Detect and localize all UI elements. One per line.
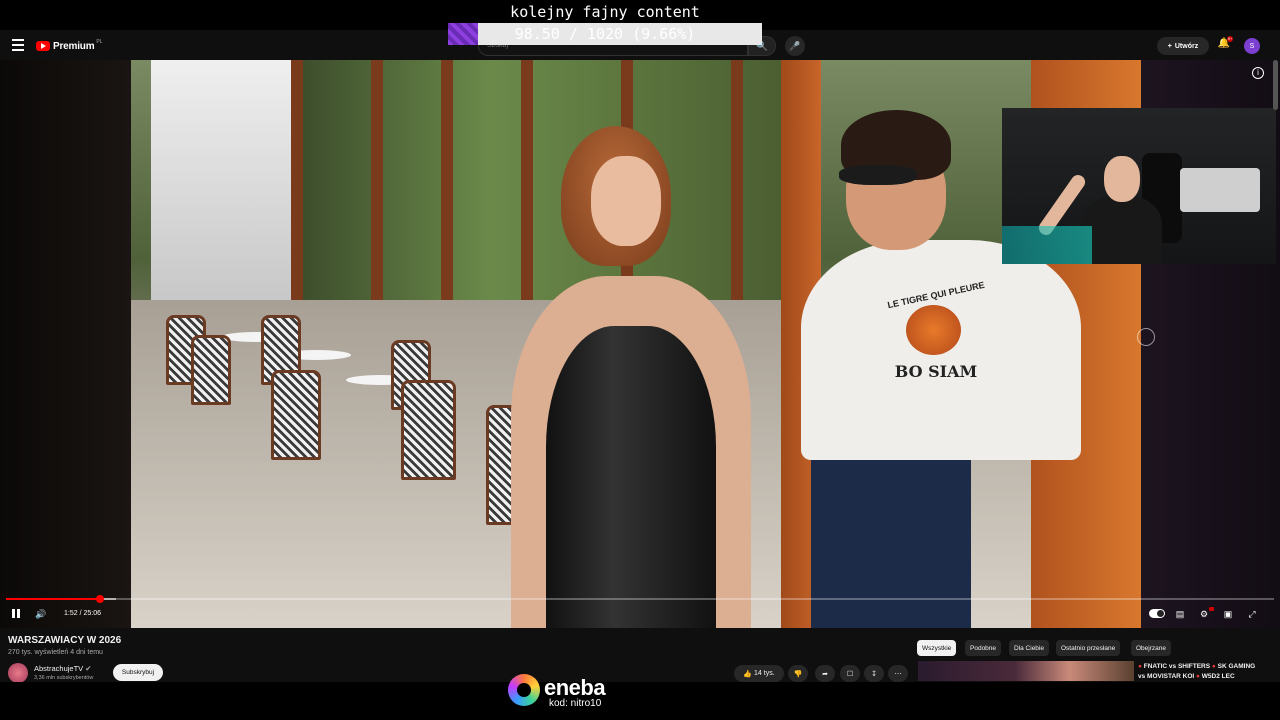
eneba-logo-icon: [508, 674, 540, 706]
hd-badge: [1209, 607, 1214, 611]
sponsor-code: kod: nitro10: [549, 698, 602, 709]
tiger-logo: [906, 305, 961, 355]
youtube-logo[interactable]: Premium PL: [36, 39, 103, 52]
pause-button[interactable]: [10, 607, 22, 621]
video-title: WARSZAWIACY W 2026: [8, 635, 122, 646]
chip-all[interactable]: Wszystkie: [917, 640, 957, 656]
progress-played: [6, 598, 100, 600]
chip-watched[interactable]: Obejrzane: [1131, 640, 1171, 656]
screen: Premium PL Szukaj 🔍 🎤 + Utwórz 🔔 9+ S LE…: [0, 0, 1280, 720]
related-title-line1b: SK GAMING: [1217, 663, 1256, 670]
related-title-line1: FNATIC vs SHIFTERS: [1143, 663, 1211, 670]
thumbs-up-icon: 👍: [743, 670, 753, 678]
bookmark-icon: ☐: [846, 670, 854, 678]
related-video-thumbnail[interactable]: [918, 661, 1134, 681]
like-count: 14 tys.: [754, 670, 775, 677]
channel-avatar[interactable]: [8, 663, 28, 683]
more-icon: ⋯: [894, 670, 902, 678]
create-button[interactable]: + Utwórz: [1157, 37, 1209, 55]
stream-title: kolejny fajny content: [510, 3, 700, 21]
streamer-webcam: [1002, 108, 1276, 264]
building: [151, 60, 311, 300]
donation-goal-bar: 98.50 / 1020 (9.66%): [448, 23, 762, 45]
woman-figure: [511, 126, 751, 628]
subtitles-button[interactable]: ▤: [1173, 607, 1187, 621]
view-count[interactable]: 270 tys. wyświetleń 4 dni temu: [8, 649, 103, 656]
more-button[interactable]: ⋯: [888, 665, 908, 682]
mic-button[interactable]: 🎤: [785, 36, 805, 56]
channel-name[interactable]: AbstrachujeTV ✔: [34, 664, 92, 673]
donation-goal-text: 98.50 / 1020 (9.66%): [514, 25, 696, 43]
mic-icon: 🎤: [789, 40, 801, 51]
related-title-line2b: W5D2 LEC: [1201, 673, 1235, 680]
video-frame: LE TIGRE QUI PLEURE BO SIAM: [131, 60, 1141, 628]
account-avatar[interactable]: S: [1244, 38, 1260, 54]
menu-icon[interactable]: [12, 39, 24, 51]
miniplayer-button[interactable]: ▣: [1221, 607, 1235, 621]
cafe-chair: [401, 380, 456, 480]
save-button[interactable]: ☐: [840, 665, 860, 682]
notification-badge: 9+: [1227, 36, 1233, 42]
miniplayer-icon: ▣: [1223, 608, 1233, 619]
video-letterbox-left: [0, 60, 131, 628]
gear-icon: ⚙: [1199, 608, 1209, 619]
download-icon: ↧: [871, 670, 877, 678]
like-button[interactable]: 👍 14 tys.: [734, 665, 784, 682]
shirt-print: LE TIGRE QUI PLEURE BO SIAM: [881, 280, 991, 410]
dislike-button[interactable]: 👎: [788, 665, 808, 682]
fullscreen-button[interactable]: ⤢: [1245, 607, 1259, 621]
related-title-line2: vs MOVISTAR KOI: [1138, 673, 1195, 680]
fullscreen-icon: ⤢: [1248, 608, 1256, 619]
related-video-title[interactable]: ● FNATIC vs SHIFTERS ● SK GAMING vs MOVI…: [1138, 662, 1268, 682]
share-button[interactable]: ➦: [815, 665, 835, 682]
subtitles-icon: ▤: [1175, 608, 1185, 619]
share-icon: ➦: [822, 670, 828, 678]
keyboard-glow: [1002, 226, 1092, 264]
info-icon[interactable]: i: [1252, 67, 1264, 79]
download-button[interactable]: ↧: [864, 665, 884, 682]
volume-icon: 🔊: [35, 608, 47, 619]
pause-icon: [11, 608, 21, 620]
youtube-play-icon: [36, 41, 50, 51]
video-overlay-circle: [1137, 328, 1155, 346]
time-display: 1:52 / 25:06: [64, 610, 101, 617]
page-scrollbar[interactable]: [1273, 60, 1278, 110]
cafe-chair: [271, 370, 321, 460]
subscribe-button[interactable]: Subskrybuj: [113, 664, 163, 681]
subscriber-count: 3,36 mln subskrybentów: [34, 675, 94, 681]
brand-region: PL: [96, 39, 103, 45]
create-label: Utwórz: [1174, 42, 1199, 50]
sponsor-strip: [0, 682, 1280, 720]
autoplay-toggle[interactable]: [1149, 609, 1165, 618]
chip-similar[interactable]: Podobne: [965, 640, 1002, 656]
verified-icon: ✔: [85, 664, 92, 673]
chip-recent[interactable]: Ostatnio przesłane: [1056, 640, 1121, 656]
volume-button[interactable]: 🔊: [34, 607, 48, 621]
chip-for-you[interactable]: Dla Ciebie: [1009, 640, 1049, 656]
channel-name-text: AbstrachujeTV: [34, 664, 84, 673]
cafe-chair: [191, 335, 231, 405]
progress-bar[interactable]: [6, 595, 1274, 603]
plus-icon: +: [1167, 42, 1172, 50]
progress-scrubber[interactable]: [95, 595, 104, 603]
streamer-figure: [1036, 148, 1162, 264]
thumbs-down-icon: 👎: [793, 670, 803, 678]
shirt-text-bottom: BO SIAM: [894, 362, 978, 381]
brand-label: Premium: [53, 40, 95, 52]
